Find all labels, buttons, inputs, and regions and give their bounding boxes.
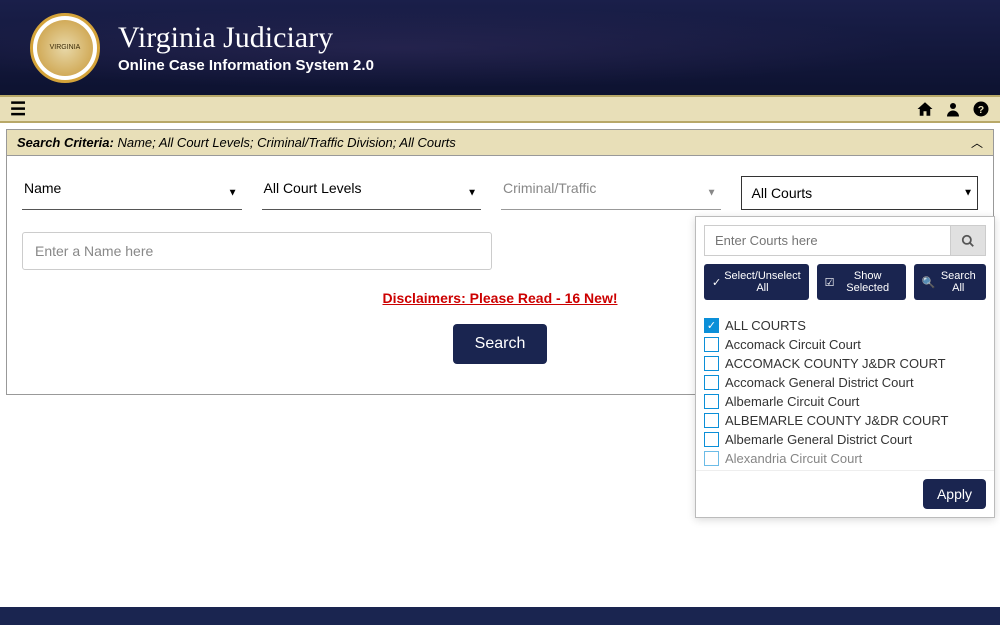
app-header: VIRGINIA Virginia Judiciary Online Case … [0,0,1000,95]
court-level-dropdown[interactable]: All Court Levels ▼ [262,176,482,210]
checkbox[interactable] [704,337,719,352]
checkbox[interactable] [704,375,719,390]
courts-search-input[interactable] [704,225,950,256]
courts-value: All Courts [752,185,813,201]
app-title: Virginia Judiciary [118,21,374,55]
court-item[interactable]: Albemarle Circuit Court [704,392,986,411]
user-icon[interactable] [944,100,962,118]
court-item[interactable]: Alexandria Circuit Court [704,449,986,468]
chevron-up-icon[interactable]: ︿ [971,134,983,151]
search-icon: 🔍 [922,276,936,289]
checkbox[interactable] [704,318,719,333]
court-item[interactable]: Accomack Circuit Court [704,335,986,354]
court-item[interactable]: Accomack General District Court [704,373,986,392]
courts-selection-panel: ✓Select/Unselect All ☑Show Selected 🔍Sea… [695,216,995,518]
disclaimer-link[interactable]: Disclaimers: Please Read - 16 New! [382,290,617,306]
search-criteria-bar[interactable]: Search Criteria: Name; All Court Levels;… [6,129,994,156]
criteria-label: Search Criteria: [17,135,114,150]
court-item-all[interactable]: ALL COURTS [704,316,986,335]
court-item[interactable]: Albemarle General District Court [704,430,986,449]
footer-bar [0,607,1000,625]
division-value: Criminal/Traffic [503,180,596,196]
court-item[interactable]: ACCOMACK COUNTY J&DR COURT [704,354,986,373]
toolbar: ☰ ? [0,95,1000,123]
caret-down-icon: ▼ [467,187,477,198]
check-icon: ✓ [712,276,721,289]
court-item[interactable]: ALBEMARLE COUNTY J&DR COURT [704,411,986,430]
search-icon [961,234,975,248]
courts-search-button[interactable] [950,225,986,256]
caret-down-icon: ▼ [228,187,238,198]
menu-icon[interactable]: ☰ [10,99,26,120]
svg-text:?: ? [978,104,984,116]
search-form: Name ▼ All Court Levels ▼ Criminal/Traff… [6,156,994,395]
search-all-button[interactable]: 🔍Search All [914,264,986,300]
checkbox[interactable] [704,451,719,466]
seal-inner: VIRGINIA [37,20,93,76]
criteria-values: Name; All Court Levels; Criminal/Traffic… [117,135,455,150]
caret-down-icon: ▼ [963,188,973,199]
checkbox[interactable] [704,432,719,447]
name-input[interactable] [22,232,492,270]
check-icon: ☑ [825,276,835,289]
apply-button[interactable]: Apply [923,479,986,509]
virginia-seal: VIRGINIA [30,13,100,83]
show-selected-button[interactable]: ☑Show Selected [817,264,906,300]
checkbox[interactable] [704,413,719,428]
help-icon[interactable]: ? [972,100,990,118]
checkbox[interactable] [704,356,719,371]
checkbox[interactable] [704,394,719,409]
division-dropdown[interactable]: Criminal/Traffic ▼ [501,176,721,210]
select-unselect-all-button[interactable]: ✓Select/Unselect All [704,264,809,300]
search-by-value: Name [24,180,61,196]
app-subtitle: Online Case Information System 2.0 [118,57,374,74]
court-list[interactable]: ALL COURTS Accomack Circuit Court ACCOMA… [696,310,994,470]
home-icon[interactable] [916,100,934,118]
courts-dropdown[interactable]: All Courts ▼ [741,176,979,210]
court-level-value: All Court Levels [264,180,362,196]
search-by-dropdown[interactable]: Name ▼ [22,176,242,210]
search-button[interactable]: Search [453,324,548,364]
caret-down-icon: ▼ [707,187,717,198]
